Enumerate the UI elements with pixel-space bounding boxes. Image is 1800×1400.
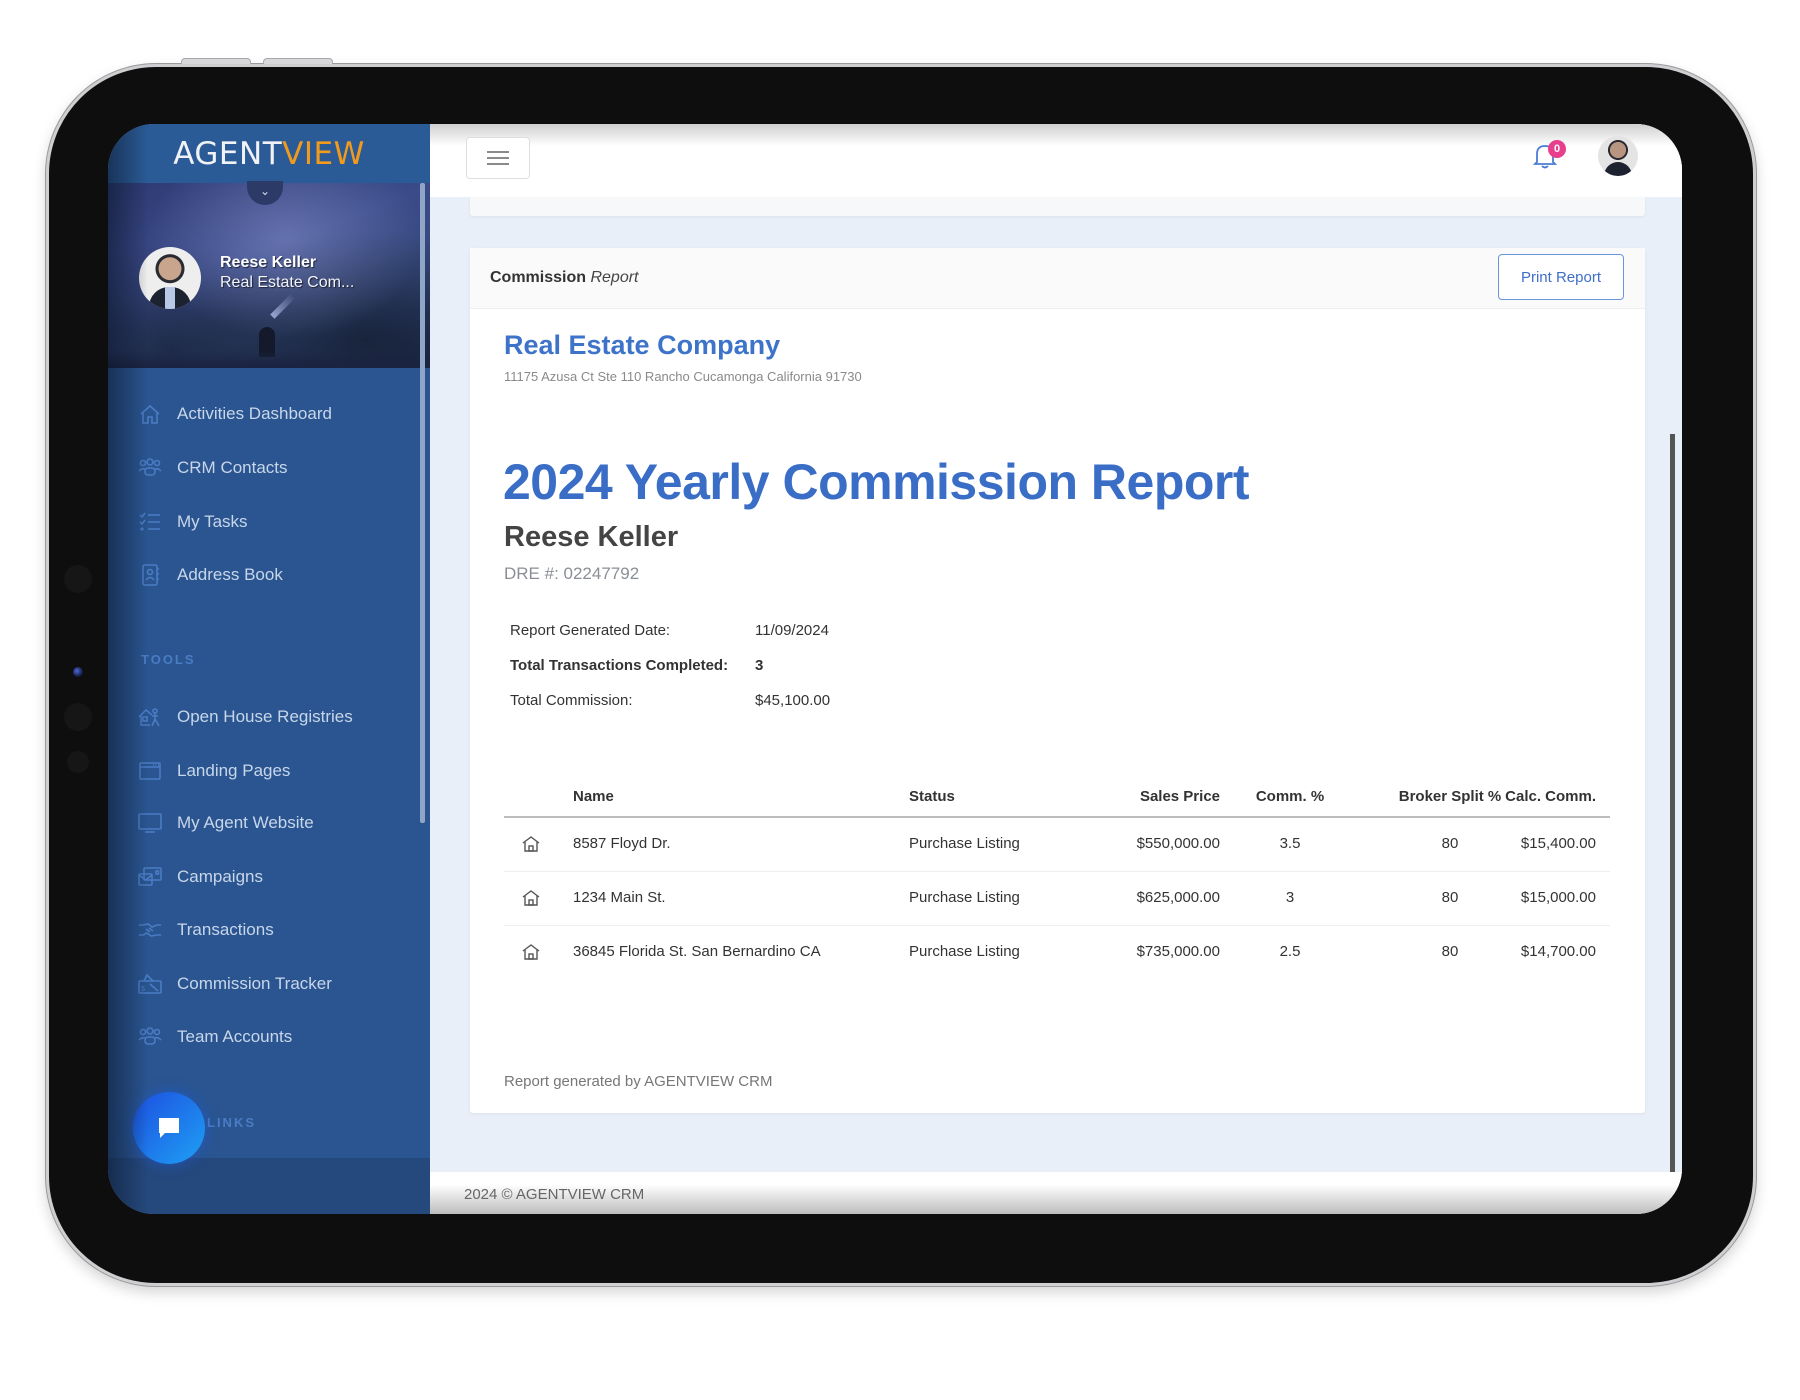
landing-page-icon bbox=[137, 760, 163, 782]
house-icon bbox=[522, 943, 540, 961]
chat-button[interactable] bbox=[133, 1092, 205, 1164]
top-bar: 0 bbox=[430, 124, 1682, 197]
card-title: Commission Report bbox=[490, 269, 639, 286]
commission-icon: $ bbox=[137, 973, 163, 995]
volume-down-button bbox=[263, 58, 333, 64]
page-footer: 2024 © AGENTVIEW CRM bbox=[430, 1172, 1682, 1214]
sidebar-item-my-tasks[interactable]: My Tasks bbox=[137, 507, 248, 537]
table-row[interactable]: 8587 Floyd Dr. Purchase Listing $550,000… bbox=[504, 818, 1610, 872]
sidebar-item-transactions[interactable]: Transactions bbox=[137, 915, 274, 945]
sidebar-item-my-agent-website[interactable]: My Agent Website bbox=[137, 808, 314, 838]
chevron-down-icon[interactable]: ⌄ bbox=[247, 181, 283, 205]
sidebar-item-open-house-registries[interactable]: Open House Registries bbox=[137, 702, 353, 732]
hamburger-icon[interactable] bbox=[466, 137, 530, 179]
flashlight-beam bbox=[270, 293, 296, 319]
company-address: 11175 Azusa Ct Ste 110 Rancho Cucamonga … bbox=[504, 369, 862, 384]
open-house-icon bbox=[137, 706, 163, 728]
card-header: Commission Report Print Report bbox=[470, 248, 1645, 309]
sidebar-scrollbar[interactable] bbox=[420, 183, 425, 823]
user-avatar[interactable] bbox=[1598, 136, 1638, 176]
table-row[interactable]: 36845 Florida St. San Bernardino CA Purc… bbox=[504, 926, 1610, 980]
sidebar-item-activities-dashboard[interactable]: Activities Dashboard bbox=[137, 399, 332, 429]
tasks-icon bbox=[137, 511, 163, 533]
table-row[interactable]: 1234 Main St. Purchase Listing $625,000.… bbox=[504, 872, 1610, 926]
sidebar-item-crm-contacts[interactable]: CRM Contacts bbox=[137, 453, 288, 483]
house-icon bbox=[522, 835, 540, 853]
avatar[interactable] bbox=[139, 247, 201, 309]
sidebar-item-landing-pages[interactable]: Landing Pages bbox=[137, 756, 290, 786]
front-camera bbox=[73, 667, 83, 677]
house-icon bbox=[522, 889, 540, 907]
top-strip-card bbox=[470, 197, 1645, 216]
ridge-silhouette bbox=[108, 350, 430, 368]
dre-number: DRE #: 02247792 bbox=[504, 564, 640, 583]
sensor bbox=[67, 751, 89, 773]
handshake-icon bbox=[137, 919, 163, 941]
notification-badge: 0 bbox=[1548, 140, 1566, 158]
column-header-calc-comm[interactable]: Calc. Comm. bbox=[1440, 788, 1596, 805]
company-name: Real Estate Company bbox=[504, 330, 781, 360]
home-icon bbox=[137, 403, 163, 425]
report-footer: Report generated by AGENTVIEW CRM bbox=[504, 1073, 773, 1090]
profile-name: Reese Keller bbox=[220, 254, 317, 271]
report-title: 2024 Yearly Commission Report bbox=[503, 454, 1250, 510]
column-header-name[interactable]: Name bbox=[573, 788, 614, 805]
profile-banner: ⌄ Reese Keller Real Estate Com... bbox=[108, 181, 430, 368]
contacts-icon bbox=[137, 457, 163, 479]
profile-company: Real Estate Com... bbox=[220, 274, 355, 291]
sidebar-bottom bbox=[108, 1158, 430, 1214]
logo[interactable]: AGENTVIEW bbox=[173, 136, 365, 172]
column-header-comm-pct[interactable]: Comm. % bbox=[1220, 788, 1360, 805]
main-scrollbar[interactable] bbox=[1670, 434, 1675, 1174]
volume-up-button bbox=[181, 58, 251, 64]
sidebar-item-team-accounts[interactable]: Team Accounts bbox=[137, 1022, 292, 1052]
campaigns-icon bbox=[137, 866, 163, 888]
copyright-text: 2024 © AGENTVIEW CRM bbox=[464, 1186, 645, 1203]
column-header-sales-price[interactable]: Sales Price bbox=[1064, 788, 1220, 805]
sidebar: AGENTVIEW ⌄ Reese Keller Real Estate Com… bbox=[108, 124, 430, 1214]
sidebar-item-campaigns[interactable]: Campaigns bbox=[137, 862, 263, 892]
chat-icon bbox=[159, 1118, 179, 1138]
commission-report-card: Commission Report Print Report Real Esta… bbox=[470, 248, 1645, 1113]
agent-name: Reese Keller bbox=[504, 521, 679, 553]
links-section-label: LINKS bbox=[207, 1115, 256, 1130]
print-report-button[interactable]: Print Report bbox=[1498, 254, 1624, 300]
svg-text:$: $ bbox=[141, 986, 145, 993]
sidebar-item-commission-tracker[interactable]: $ Commission Tracker bbox=[137, 969, 332, 999]
main-content: 0 Commission Report Print Report Real Es… bbox=[430, 124, 1682, 1214]
sidebar-item-address-book[interactable]: Address Book bbox=[137, 560, 283, 590]
column-header-status[interactable]: Status bbox=[909, 788, 955, 805]
logo-bar: AGENTVIEW bbox=[108, 124, 430, 183]
sensor bbox=[64, 565, 92, 593]
team-icon bbox=[137, 1026, 163, 1048]
screen: AGENTVIEW ⌄ Reese Keller Real Estate Com… bbox=[108, 124, 1682, 1214]
tools-section-label: TOOLS bbox=[141, 652, 196, 667]
address-book-icon bbox=[137, 564, 163, 586]
sensor bbox=[64, 703, 92, 731]
monitor-icon bbox=[137, 812, 163, 834]
